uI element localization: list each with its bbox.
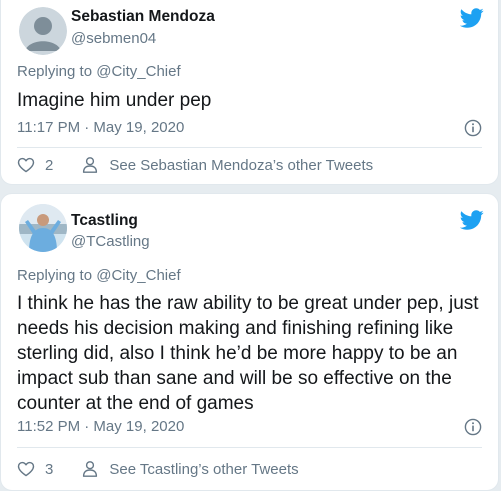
tweet-text: Imagine him under pep <box>17 90 212 111</box>
info-icon[interactable] <box>464 418 482 436</box>
timestamp[interactable]: 11:17 PM · May 19, 2020 <box>17 119 184 136</box>
twitter-bird-icon[interactable] <box>460 6 484 30</box>
other-tweets-label: See Sebastian Mendoza’s other Tweets <box>109 156 374 174</box>
other-tweets-label: See Tcastling’s other Tweets <box>109 460 299 478</box>
like-button[interactable]: 2 <box>17 156 53 174</box>
tweet-card[interactable]: Sebastian Mendoza @sebmen04 Replying to … <box>0 0 499 185</box>
replying-to: Replying to @City_Chief <box>17 63 181 80</box>
timestamp[interactable]: 11:52 PM · May 19, 2020 <box>17 418 184 435</box>
avatar[interactable] <box>19 7 67 55</box>
divider <box>17 147 482 148</box>
person-icon <box>81 460 99 478</box>
tweet-text: I think he has the raw ability to be gre… <box>17 293 479 414</box>
like-button[interactable]: 3 <box>17 460 53 478</box>
tweet-card[interactable]: Tcastling @TCastling Replying to @City_C… <box>0 193 499 491</box>
other-tweets-link[interactable]: See Tcastling’s other Tweets <box>81 460 299 478</box>
tweet-actions: 2 See Sebastian Mendoza’s other Tweets <box>17 153 482 177</box>
info-icon[interactable] <box>464 119 482 137</box>
replying-to-label: Replying to <box>17 267 93 284</box>
mention-link[interactable]: @City_Chief <box>96 63 180 80</box>
like-count: 3 <box>45 460 54 478</box>
replying-to-label: Replying to <box>17 63 93 80</box>
other-tweets-link[interactable]: See Sebastian Mendoza’s other Tweets <box>81 156 373 174</box>
twitter-bird-icon[interactable] <box>460 208 484 232</box>
person-icon <box>81 156 99 174</box>
display-name[interactable]: Sebastian Mendoza <box>71 8 215 26</box>
heart-icon <box>17 460 35 478</box>
like-count: 2 <box>45 156 54 174</box>
mention-link[interactable]: @City_Chief <box>96 267 180 284</box>
heart-icon <box>17 156 35 174</box>
divider <box>17 447 482 448</box>
user-handle[interactable]: @sebmen04 <box>71 30 156 47</box>
display-name[interactable]: Tcastling <box>71 212 138 230</box>
replying-to: Replying to @City_Chief <box>17 267 181 284</box>
tweet-actions: 3 See Tcastling’s other Tweets <box>17 457 482 481</box>
avatar[interactable] <box>19 204 67 252</box>
user-handle[interactable]: @TCastling <box>71 233 150 250</box>
